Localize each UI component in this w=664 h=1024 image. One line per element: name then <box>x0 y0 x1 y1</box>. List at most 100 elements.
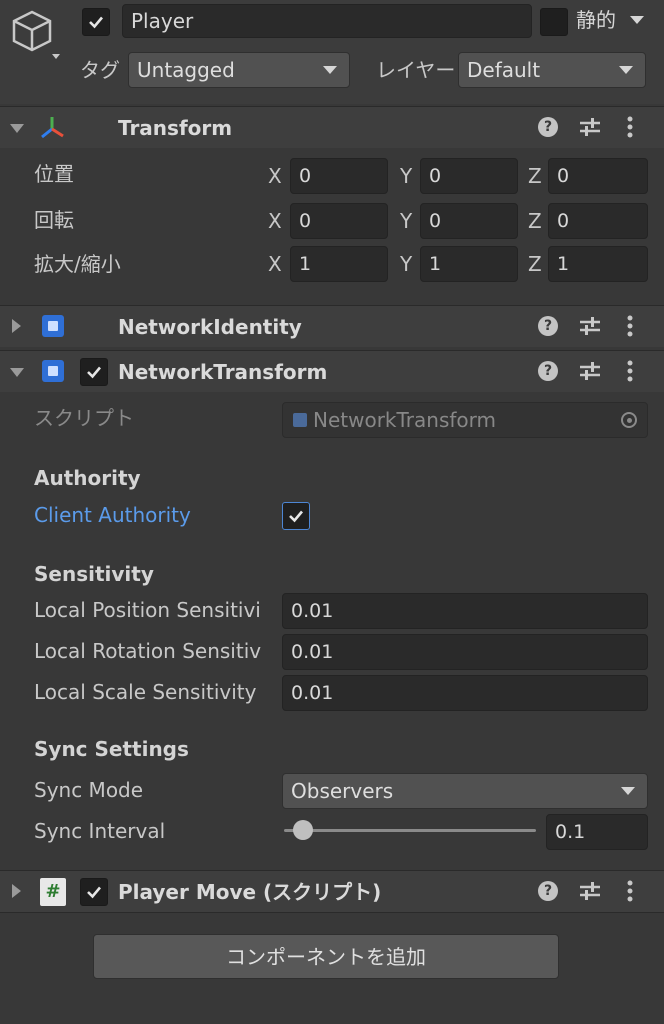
rotation-x-axis-label[interactable]: X <box>268 211 282 231</box>
static-dropdown-arrow-icon[interactable] <box>630 16 644 24</box>
scale-y-field[interactable]: 1 <box>420 246 518 282</box>
local-rotation-sensitivity-label: Local Rotation Sensitiv <box>34 639 262 663</box>
scale-x-value: 1 <box>299 252 312 275</box>
active-checkbox[interactable] <box>82 8 110 36</box>
client-authority-label: Client Authority <box>34 503 191 527</box>
position-x-value: 0 <box>299 164 312 187</box>
local-scale-sensitivity-field[interactable]: 0.01 <box>282 675 648 711</box>
add-component-label: コンポーネントを追加 <box>226 944 426 969</box>
checkmark-icon <box>289 510 303 523</box>
object-name-input[interactable]: Player <box>122 4 532 38</box>
sync-interval-field[interactable]: 0.1 <box>546 814 648 850</box>
local-scale-sensitivity-value: 0.01 <box>291 681 334 704</box>
layer-dropdown[interactable]: Default <box>458 52 646 88</box>
add-component-button[interactable]: コンポーネントを追加 <box>93 934 559 979</box>
presets-icon[interactable] <box>578 116 602 138</box>
rotation-y-field[interactable]: 0 <box>420 203 518 239</box>
chevron-down-icon <box>619 66 633 74</box>
sync-mode-value: Observers <box>291 779 394 803</box>
rotation-x-field[interactable]: 0 <box>290 203 388 239</box>
chevron-down-icon <box>621 787 635 795</box>
network-transform-title: NetworkTransform <box>118 360 328 384</box>
position-z-axis-label[interactable]: Z <box>528 166 542 186</box>
script-object-field[interactable]: NetworkTransform <box>282 402 648 438</box>
tag-dropdown[interactable]: Untagged <box>128 52 350 88</box>
layer-value: Default <box>467 58 541 82</box>
help-icon[interactable]: ? <box>538 316 558 336</box>
help-icon[interactable]: ? <box>538 117 558 137</box>
presets-icon[interactable] <box>578 315 602 337</box>
sync-settings-section-title: Sync Settings <box>34 737 189 761</box>
checkmark-icon <box>87 366 101 379</box>
player-move-enabled-checkbox[interactable] <box>80 878 108 906</box>
scale-x-axis-label[interactable]: X <box>268 254 282 274</box>
tag-label: タグ <box>80 58 120 82</box>
rotation-y-value: 0 <box>429 209 442 232</box>
object-name-text: Player <box>131 9 194 33</box>
scale-z-axis-label[interactable]: Z <box>528 254 542 274</box>
position-x-axis-label[interactable]: X <box>268 166 282 186</box>
tag-value: Untagged <box>137 58 235 82</box>
transform-header[interactable] <box>0 106 664 148</box>
sync-interval-value: 0.1 <box>555 820 586 843</box>
network-transform-enabled-checkbox[interactable] <box>80 358 108 386</box>
rotation-z-axis-label[interactable]: Z <box>528 211 542 231</box>
player-move-title: Player Move (スクリプト) <box>118 880 382 904</box>
transform-title: Transform <box>118 116 233 140</box>
foldout-collapsed-icon[interactable] <box>12 884 21 898</box>
static-checkbox[interactable] <box>540 8 568 36</box>
network-transform-icon <box>42 360 64 382</box>
help-icon[interactable]: ? <box>538 361 558 381</box>
sensitivity-section-title: Sensitivity <box>34 562 154 586</box>
position-x-field[interactable]: 0 <box>290 158 388 194</box>
presets-icon[interactable] <box>578 360 602 382</box>
transform-icon <box>38 114 68 142</box>
object-picker-icon[interactable] <box>621 412 637 428</box>
presets-icon[interactable] <box>578 880 602 902</box>
scale-z-field[interactable]: 1 <box>548 246 648 282</box>
script-hash-glyph: # <box>45 881 61 902</box>
local-rotation-sensitivity-field[interactable]: 0.01 <box>282 634 648 670</box>
position-y-value: 0 <box>429 164 442 187</box>
gameobject-icon[interactable] <box>10 8 60 60</box>
foldout-expanded-icon[interactable] <box>10 124 24 133</box>
local-position-sensitivity-value: 0.01 <box>291 599 334 622</box>
client-authority-checkbox[interactable] <box>282 502 310 530</box>
more-options-icon[interactable] <box>626 315 634 337</box>
sync-interval-slider-handle[interactable] <box>293 820 313 840</box>
scale-y-axis-label[interactable]: Y <box>400 254 412 274</box>
foldout-expanded-icon[interactable] <box>10 368 24 377</box>
position-label: 位置 <box>34 162 74 186</box>
scale-label: 拡大/縮小 <box>34 252 121 276</box>
scale-x-field[interactable]: 1 <box>290 246 388 282</box>
network-identity-header[interactable] <box>0 305 664 347</box>
rotation-z-value: 0 <box>557 209 570 232</box>
help-icon[interactable]: ? <box>538 881 558 901</box>
script-label: スクリプト <box>34 406 134 430</box>
local-position-sensitivity-field[interactable]: 0.01 <box>282 593 648 629</box>
rotation-z-field[interactable]: 0 <box>548 203 648 239</box>
more-options-icon[interactable] <box>626 360 634 382</box>
network-identity-icon <box>42 315 64 337</box>
position-y-field[interactable]: 0 <box>420 158 518 194</box>
more-options-icon[interactable] <box>626 880 634 902</box>
scale-y-value: 1 <box>429 252 442 275</box>
position-y-axis-label[interactable]: Y <box>400 166 412 186</box>
foldout-collapsed-icon[interactable] <box>12 319 21 333</box>
local-scale-sensitivity-label: Local Scale Sensitivity <box>34 680 257 704</box>
chevron-down-icon <box>323 66 337 74</box>
checkmark-icon <box>87 886 101 899</box>
network-identity-title: NetworkIdentity <box>118 315 302 339</box>
more-options-icon[interactable] <box>626 116 634 138</box>
rotation-y-axis-label[interactable]: Y <box>400 211 412 231</box>
position-z-field[interactable]: 0 <box>548 158 648 194</box>
sync-interval-slider-track[interactable] <box>284 829 536 832</box>
static-label[interactable]: 静的 <box>576 10 616 30</box>
sync-mode-label: Sync Mode <box>34 778 144 802</box>
rotation-x-value: 0 <box>299 209 312 232</box>
script-value: NetworkTransform <box>313 408 496 432</box>
sync-mode-dropdown[interactable]: Observers <box>282 773 648 809</box>
layer-label: レイヤー <box>376 58 456 82</box>
checkmark-icon <box>89 16 103 29</box>
divider <box>0 912 664 913</box>
